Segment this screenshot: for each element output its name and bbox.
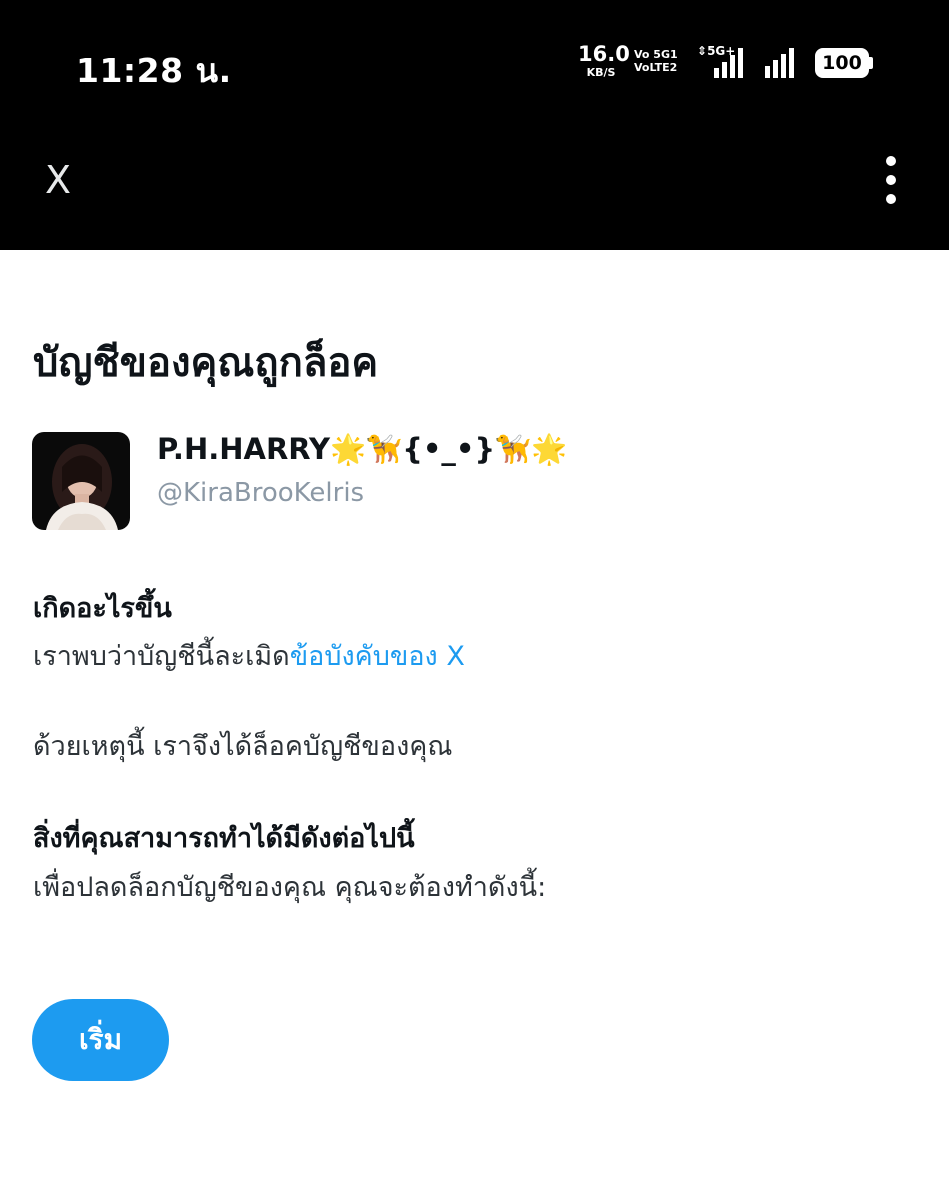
close-button[interactable]: X (38, 150, 78, 210)
page-title: บัญชีของคุณถูกล็อค (33, 340, 379, 386)
app-bar (0, 128, 949, 250)
status-bar: 11:28 น. 16.0 KB/S Vo 5G1 VoLTE2 ⇕5G+ 10… (0, 0, 949, 128)
violation-text: เราพบว่าบัญชีนี้ละเมิดข้อบังคับของ X (33, 634, 465, 677)
violation-text-prefix: เราพบว่าบัญชีนี้ละเมิด (33, 641, 290, 672)
volte-indicator: Vo 5G1 VoLTE2 (634, 48, 678, 74)
network-speed-value: 16.0 (578, 42, 630, 66)
battery-icon: 100 (815, 48, 873, 78)
display-name: P.H.HARRY🌟🦮{•_•}🦮🌟 (157, 432, 568, 466)
avatar (32, 432, 130, 530)
signal-strength-icon (765, 48, 794, 78)
lock-reason-text: ด้วยเหตุนี้ เราจึงได้ล็อคบัญชีของคุณ (33, 731, 453, 762)
signal-strength-icon (714, 48, 743, 78)
rules-link[interactable]: ข้อบังคับของ X (290, 641, 465, 672)
network-speed-unit: KB/S (586, 66, 616, 79)
what-happened-heading: เกิดอะไรขึ้น (33, 593, 172, 624)
battery-level: 100 (815, 48, 869, 78)
network-speed: 16.0 KB/S (578, 42, 630, 79)
clock: 11:28 น. (76, 51, 232, 90)
what-you-can-do-heading: สิ่งที่คุณสามารถทำได้มีดังต่อไปนี้ (33, 823, 415, 854)
unlock-instructions-text: เพื่อปลดล็อกบัญชีของคุณ คุณจะต้องทำดังนี… (33, 872, 547, 903)
more-options-icon[interactable] (872, 150, 912, 210)
start-button[interactable]: เริ่ม (32, 999, 169, 1081)
account-handle: @KiraBrooKelris (157, 478, 365, 508)
data-arrows-icon: ⇕ (697, 44, 708, 58)
